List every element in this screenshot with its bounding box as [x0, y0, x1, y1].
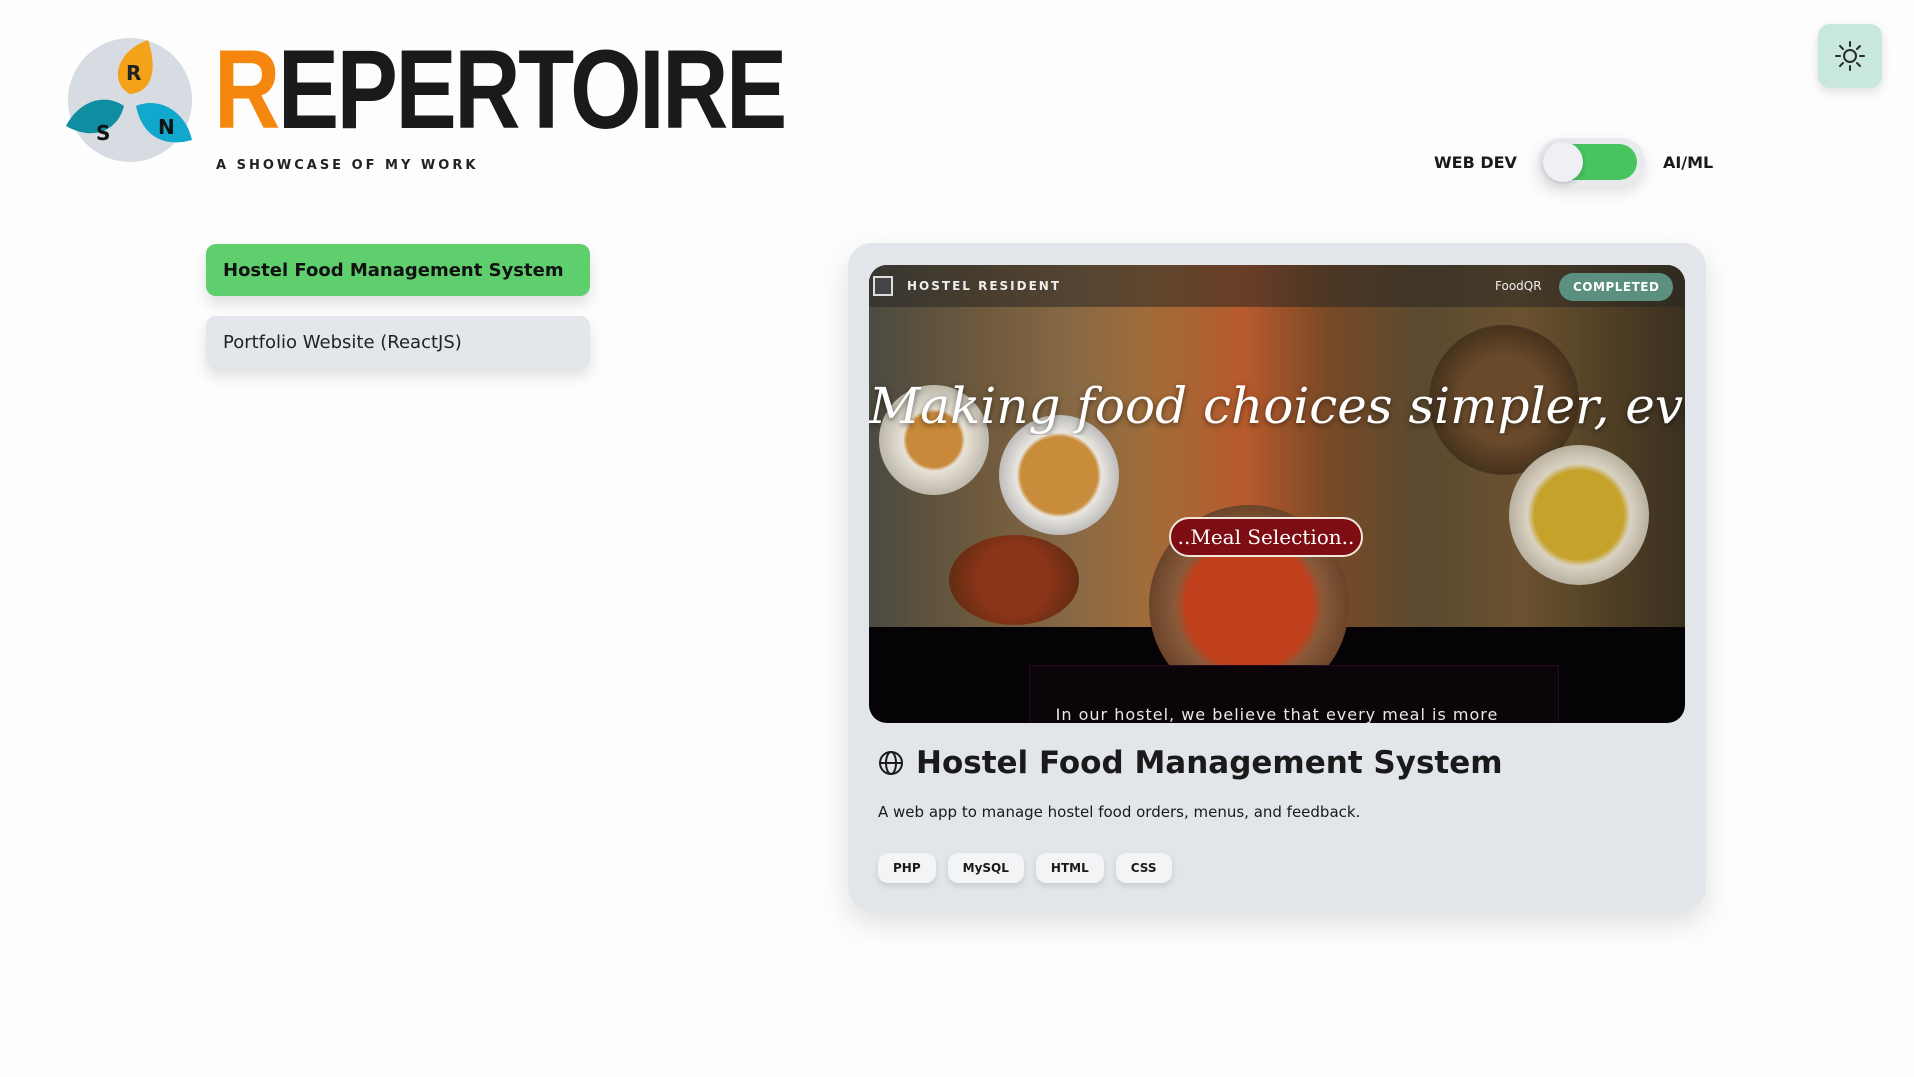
tech-tag: HTML [1035, 853, 1104, 883]
tech-tag: PHP [878, 853, 936, 883]
status-badge: COMPLETED [1559, 273, 1674, 301]
card-title-row: Hostel Food Management System [878, 745, 1503, 781]
project-preview-image[interactable]: HOSTEL RESIDENT FoodQR COMPLETED Making … [869, 265, 1685, 723]
tech-tag: CSS [1115, 853, 1172, 883]
project-item-portfolio[interactable]: Portfolio Website (ReactJS) [206, 316, 590, 368]
tech-tags: PHP MySQL HTML CSS [878, 853, 1184, 883]
globe-icon[interactable] [878, 750, 904, 776]
page: R S N REPERTOIRE A SHOWCASE OF MY WORK W… [0, 0, 1914, 1077]
project-description: A web app to manage hostel food orders, … [878, 803, 1361, 821]
preview-foodqr-link[interactable]: FoodQR [1495, 279, 1542, 293]
project-title: Hostel Food Management System [916, 745, 1503, 781]
svg-text:S: S [96, 121, 110, 145]
preview-logo-icon [873, 276, 893, 296]
toggle-knob[interactable] [1542, 142, 1583, 182]
brand-subtitle: A SHOWCASE OF MY WORK [216, 158, 479, 173]
mode-toggle-group: WEB DEV AI/ML [1434, 138, 1713, 186]
brand-title: REPERTOIRE [214, 27, 787, 152]
food-photo-background [869, 265, 1685, 705]
dish-image [1509, 445, 1649, 585]
sun-icon [1835, 41, 1865, 71]
project-card: HOSTEL RESIDENT FoodQR COMPLETED Making … [848, 243, 1706, 911]
dish-image [949, 535, 1079, 625]
svg-text:N: N [158, 115, 175, 139]
svg-text:R: R [126, 61, 141, 85]
toggle-label-webdev: WEB DEV [1434, 152, 1517, 172]
preview-brand-text: HOSTEL RESIDENT [907, 279, 1062, 293]
preview-tagline: Making food choices simpler, every day [869, 377, 1685, 435]
project-item-hostel-food[interactable]: Hostel Food Management System [206, 244, 590, 296]
toggle-label-aiml: AI/ML [1662, 152, 1714, 172]
theme-toggle-button[interactable] [1818, 24, 1882, 88]
meal-selection-button[interactable]: ..Meal Selection.. [1169, 517, 1363, 557]
mode-toggle-switch[interactable] [1536, 138, 1645, 186]
tech-tag: MySQL [947, 853, 1024, 883]
logo-icon: R S N [66, 38, 192, 162]
preview-intro-text: In our hostel, we believe that every mea… [1055, 705, 1499, 723]
preview-header: HOSTEL RESIDENT FoodQR COMPLETED [869, 265, 1685, 307]
